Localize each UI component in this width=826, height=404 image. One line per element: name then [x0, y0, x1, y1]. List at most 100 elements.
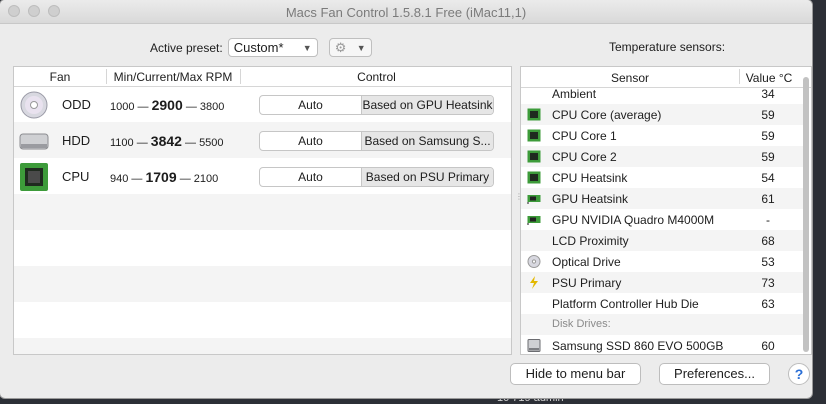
rpm-min: 1100	[110, 137, 134, 149]
fan-name: HDD	[62, 133, 91, 148]
preset-row: Active preset: Custom* ▼ ⚙ ▼	[150, 37, 372, 58]
sensor-value: 68	[761, 234, 775, 248]
fan-table: Fan Min/Current/Max RPM Control ODD 1000…	[13, 66, 512, 355]
hard-drive-icon	[19, 133, 49, 150]
sensor-name: LCD Proximity	[552, 234, 629, 248]
gear-icon: ⚙	[334, 39, 347, 55]
temperature-sensors-label: Temperature sensors:	[609, 40, 726, 54]
gpu-card-icon	[527, 192, 541, 205]
sensor-value: 54	[761, 171, 775, 185]
optical-disc-icon	[527, 255, 541, 268]
rpm-min: 1000	[110, 101, 135, 113]
hard-drive-icon	[527, 339, 541, 352]
rpm-current: 1709	[145, 169, 177, 185]
sensor-row[interactable]: Ambient 34	[521, 83, 803, 104]
sensor-value: 53	[761, 255, 775, 269]
col-fan[interactable]: Fan	[14, 70, 106, 84]
rpm-current: 2900	[151, 97, 183, 113]
sensor-row[interactable]: GPU NVIDIA Quadro M4000M -	[521, 209, 803, 230]
custom-based-button[interactable]: Based on GPU Heatsink	[362, 96, 493, 114]
title-bar: Macs Fan Control 1.5.8.1 Free (iMac11,1)	[0, 0, 812, 24]
chip-icon	[20, 163, 48, 191]
fan-control-segmented: Auto Based on Samsung S...	[259, 131, 494, 151]
fan-rpm: 1100 — 3842 — 5500	[110, 133, 224, 149]
sensor-row[interactable]: CPU Core 1 59	[521, 125, 803, 146]
fan-table-header: Fan Min/Current/Max RPM Control	[14, 67, 511, 87]
auto-button[interactable]: Auto	[260, 132, 362, 150]
sensor-name: CPU Core 1	[552, 129, 617, 143]
sensor-value: 61	[761, 192, 775, 206]
fan-row-cpu[interactable]: CPU 940 — 1709 — 2100 Auto Based on PSU …	[14, 159, 511, 195]
sensor-value: 59	[761, 129, 775, 143]
rpm-current: 3842	[150, 133, 182, 149]
sensor-name: Ambient	[552, 87, 597, 101]
sensor-row[interactable]: Optical Drive 53	[521, 251, 803, 272]
sensor-name: GPU Heatsink	[552, 192, 629, 206]
power-icon	[527, 276, 541, 289]
col-control[interactable]: Control	[240, 70, 511, 84]
fan-name: ODD	[62, 97, 91, 112]
sensor-name: GPU NVIDIA Quadro M4000M	[552, 213, 715, 227]
sensor-value: 60	[761, 339, 775, 353]
chip-icon	[527, 108, 541, 121]
sensor-name: Samsung SSD 860 EVO 500GB	[552, 339, 724, 353]
sensor-row[interactable]: Platform Controller Hub Die 63	[521, 293, 803, 314]
optical-disc-icon	[20, 91, 48, 119]
preset-label: Active preset:	[150, 40, 223, 55]
sensor-value: 63	[761, 297, 775, 311]
fan-name: CPU	[62, 169, 90, 184]
sensor-row[interactable]: LCD Proximity 68	[521, 230, 803, 251]
preset-value: Custom*	[233, 40, 284, 55]
rpm-min: 940	[110, 173, 129, 185]
chip-icon	[527, 129, 541, 142]
fan-rpm: 940 — 1709 — 2100	[110, 169, 219, 185]
custom-based-button[interactable]: Based on Samsung S...	[362, 132, 493, 150]
col-rpm[interactable]: Min/Current/Max RPM	[106, 70, 240, 84]
sensor-value: 59	[761, 150, 775, 164]
chevron-down-icon: ▼	[356, 42, 366, 53]
window-title: Macs Fan Control 1.5.8.1 Free (iMac11,1)	[285, 5, 527, 20]
chevron-down-icon: ▼	[302, 42, 312, 53]
preset-select[interactable]: Custom* ▼	[227, 38, 318, 57]
gpu-card-icon	[527, 213, 541, 226]
fan-control-segmented: Auto Based on GPU Heatsink	[259, 95, 494, 115]
rpm-max: 3800	[199, 101, 225, 113]
fan-row-odd[interactable]: ODD 1000 — 2900 — 3800 Auto Based on GPU…	[14, 87, 511, 123]
sensor-row[interactable]: PSU Primary 73	[521, 272, 803, 293]
app-window: Macs Fan Control 1.5.8.1 Free (iMac11,1)…	[0, 0, 812, 398]
sensor-value: 59	[761, 108, 775, 122]
sensor-value: 34	[761, 87, 775, 101]
hide-to-menu-bar-button[interactable]: Hide to menu bar	[510, 363, 641, 385]
sensor-row[interactable]: CPU Heatsink 54	[521, 167, 803, 188]
auto-button[interactable]: Auto	[260, 168, 362, 186]
sensor-row[interactable]: CPU Core (average) 59	[521, 104, 803, 125]
fan-control-segmented: Auto Based on PSU Primary	[259, 167, 494, 187]
preset-settings-button[interactable]: ⚙ ▼	[328, 38, 372, 57]
sensor-table: Sensor Value °C Ambient 34 CPU Core (avera…	[520, 66, 812, 355]
custom-based-button[interactable]: Based on PSU Primary	[362, 168, 493, 186]
help-button[interactable]: ?	[788, 363, 810, 385]
fan-rpm: 1000 — 2900 — 3800	[110, 97, 225, 113]
chip-icon	[527, 150, 541, 163]
preferences-button[interactable]: Preferences...	[659, 363, 770, 385]
rpm-max: 5500	[199, 137, 224, 149]
vertical-scrollbar[interactable]	[803, 77, 809, 352]
sensor-name: Disk Drives:	[552, 318, 611, 330]
sensor-row[interactable]: GPU Heatsink 61	[521, 188, 803, 209]
rpm-max: 2100	[193, 173, 219, 185]
fan-row-hdd[interactable]: HDD 1100 — 3842 — 5500 Auto Based on Sam…	[14, 123, 511, 159]
sensor-value: 73	[761, 276, 775, 290]
sensor-value: -	[766, 213, 770, 227]
sensor-name: CPU Core (average)	[552, 108, 662, 122]
sensor-name: CPU Core 2	[552, 150, 617, 164]
panel-splitter[interactable]: ⋮	[515, 192, 523, 201]
sensor-name: Platform Controller Hub Die	[552, 297, 699, 311]
auto-button[interactable]: Auto	[260, 96, 362, 114]
sensor-row[interactable]: Samsung SSD 860 EVO 500GB 60	[521, 335, 803, 354]
sensor-name: CPU Heatsink	[552, 171, 628, 185]
sensor-name: Optical Drive	[552, 255, 621, 269]
sensor-group-header: Disk Drives:	[521, 314, 803, 335]
chip-icon	[527, 171, 541, 184]
sensor-row[interactable]: CPU Core 2 59	[521, 146, 803, 167]
sensor-name: PSU Primary	[552, 276, 622, 290]
